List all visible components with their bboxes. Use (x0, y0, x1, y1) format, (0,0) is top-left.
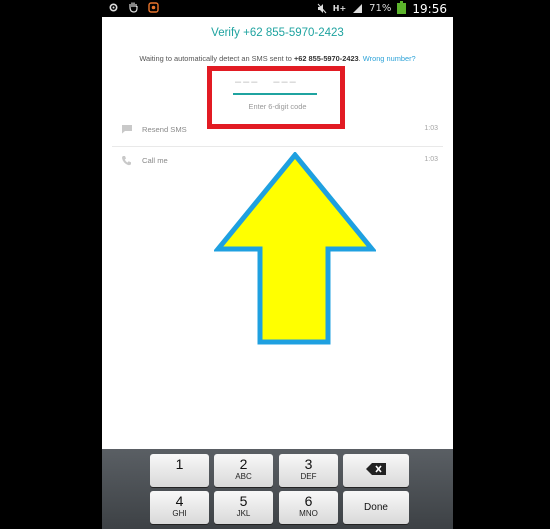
backspace-key[interactable] (343, 454, 409, 487)
key-1[interactable]: 1 (150, 454, 209, 487)
resend-sms-label: Resend SMS (142, 125, 187, 134)
signal-icon (352, 3, 363, 14)
key-2-digit: 2 (239, 456, 248, 472)
key-6[interactable]: 6 MNO (279, 491, 338, 524)
network-type: H+ (332, 3, 347, 13)
status-bar: H+ 71% 19:56 (102, 0, 453, 17)
key-2-letters: ABC (235, 472, 252, 481)
key-3[interactable]: 3 DEF (279, 454, 338, 487)
key-6-digit: 6 (304, 493, 313, 509)
code-input-underline (233, 93, 317, 95)
battery-percent: 71% (369, 2, 392, 14)
call-me-timer: 1:03 (424, 156, 438, 163)
key-2[interactable]: 2 ABC (214, 454, 273, 487)
orange-app-icon (148, 1, 159, 13)
call-me-label: Call me (142, 156, 168, 165)
backspace-icon (366, 462, 386, 480)
phone-number: +62 855-5970-2423 (293, 54, 359, 63)
up-arrow-annotation (214, 152, 376, 345)
page-title: Verify +62 855-5970-2423 (211, 27, 344, 39)
code-hint: Enter 6-digit code (248, 102, 307, 111)
key-5-digit: 5 (239, 493, 248, 509)
clock: 19:56 (412, 1, 447, 16)
key-3-digit: 3 (304, 456, 313, 472)
key-5-letters: JKL (236, 509, 251, 518)
resend-sms-option[interactable]: Resend SMS 1:03 (112, 114, 443, 144)
gear-icon (108, 2, 119, 13)
mute-icon (317, 3, 327, 14)
key-4-digit: 4 (175, 493, 184, 509)
done-key[interactable]: Done (343, 491, 409, 524)
sms-wait-text: Waiting to automatically detect an SMS s… (139, 54, 294, 63)
done-label: Done (364, 502, 388, 513)
key-4[interactable]: 4 GHI (150, 491, 209, 524)
battery-icon (397, 1, 407, 14)
phone-icon (121, 155, 133, 166)
resend-sms-timer: 1:03 (424, 125, 438, 132)
key-3-letters: DEF (300, 472, 317, 481)
code-dashes-left: ––– (235, 76, 260, 88)
hand-icon (128, 1, 139, 13)
numeric-keyboard: 1 2 ABC 3 DEF 4 GHI 5 JKL 6 MNO Done (102, 449, 453, 529)
wrong-number-link[interactable]: Wrong number? (363, 54, 416, 63)
key-1-digit: 1 (175, 456, 184, 472)
code-dashes-right: ––– (273, 76, 298, 88)
message-icon (121, 124, 133, 134)
key-4-letters: GHI (172, 509, 187, 518)
sms-wait-message: Waiting to automatically detect an SMS s… (102, 54, 453, 63)
key-5[interactable]: 5 JKL (214, 491, 273, 524)
key-6-letters: MNO (299, 509, 318, 518)
